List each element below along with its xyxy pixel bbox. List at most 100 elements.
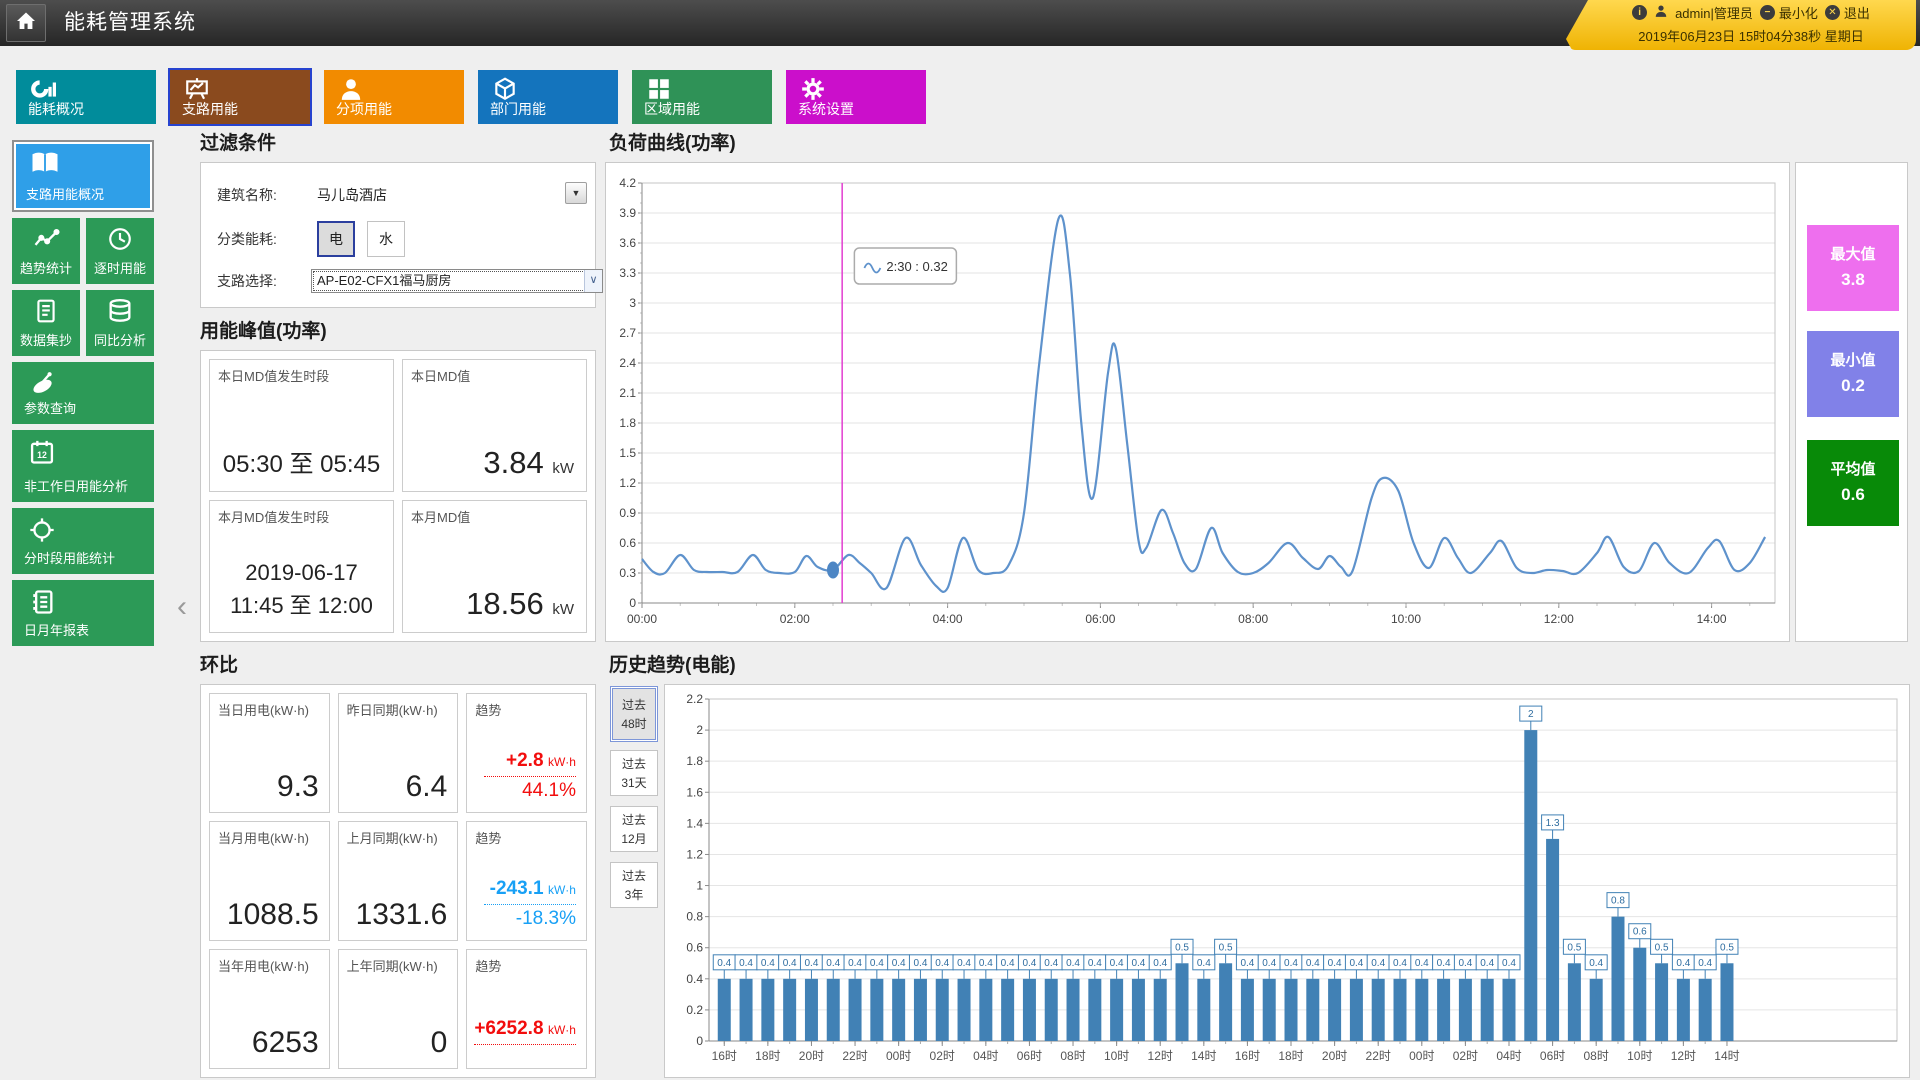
svg-text:2: 2 [1528, 709, 1534, 720]
logout-button[interactable]: ✕ 退出 [1825, 3, 1870, 22]
svg-text:3.6: 3.6 [619, 236, 636, 250]
tab-past-12m[interactable]: 过去12月 [610, 806, 658, 852]
svg-text:0.4: 0.4 [1240, 958, 1254, 969]
book-icon [30, 150, 60, 181]
calendar-icon: 12 [28, 438, 56, 471]
svg-text:0.4: 0.4 [848, 958, 862, 969]
building-dropdown-button[interactable]: ▼ [565, 182, 587, 204]
svg-text:0.8: 0.8 [1611, 896, 1625, 907]
tab-past-3y[interactable]: 过去3年 [610, 862, 658, 908]
session-ribbon: i admin|管理员 − 最小化 ✕ 退出 2019年06月23日 15时04… [1566, 0, 1916, 50]
svg-text:06时: 06时 [1017, 1049, 1042, 1063]
svg-text:0.4: 0.4 [1066, 958, 1080, 969]
svg-text:10:00: 10:00 [1391, 612, 1421, 626]
satellite-dish-icon [28, 370, 56, 401]
month-trend-card: 趋势 -243.1 kW·h -18.3% [466, 821, 587, 941]
sidebar-item-reports[interactable]: 日月年报表 [12, 580, 154, 646]
md-month-value-card: 本月MD值 18.56 kW [402, 500, 587, 633]
sidebar-item-branch-overview[interactable]: 支路用能概况 [12, 140, 154, 212]
svg-text:0.5: 0.5 [1720, 942, 1734, 953]
svg-text:0.4: 0.4 [1393, 958, 1407, 969]
svg-text:0.4: 0.4 [717, 958, 731, 969]
svg-text:04时: 04时 [973, 1049, 998, 1063]
svg-text:2.2: 2.2 [686, 692, 703, 706]
energy-type-water-button[interactable]: 水 [367, 221, 405, 257]
sidebar-item-nonworkday-analysis[interactable]: 12 非工作日用能分析 [12, 430, 154, 502]
md-today-period-card: 本日MD值发生时段 05:30 至 05:45 [209, 359, 394, 492]
sidebar-item-parameter-query[interactable]: 参数查询 [12, 362, 154, 424]
filter-panel: 建筑名称: 马儿岛酒店 ▼ 分类能耗: 电 水 支路选择: AP-E02-CFX… [200, 162, 596, 308]
svg-text:18时: 18时 [755, 1049, 780, 1063]
branch-select[interactable]: AP-E02-CFX1福马厨房 ∨ [311, 269, 603, 293]
svg-text:0.6: 0.6 [686, 941, 703, 955]
svg-text:1: 1 [696, 879, 703, 893]
svg-text:0.4: 0.4 [1044, 958, 1058, 969]
svg-text:3: 3 [629, 296, 636, 310]
sidebar-item-yoy-analysis[interactable]: 同比分析 [86, 290, 154, 356]
svg-text:2:30 : 0.32: 2:30 : 0.32 [886, 259, 947, 274]
svg-text:02:00: 02:00 [780, 612, 810, 626]
tab-past-31d[interactable]: 过去31天 [610, 750, 658, 796]
peak-heading: 用能峰值(功率) [200, 316, 327, 343]
nav-item-subitem-energy[interactable]: 分项用能 [324, 70, 464, 124]
user-name: admin|管理员 [1675, 3, 1753, 22]
svg-text:2.4: 2.4 [619, 356, 636, 370]
sidebar-item-data-collection[interactable]: 数据集抄 [12, 290, 80, 356]
svg-text:0.4: 0.4 [913, 958, 927, 969]
energy-type-label: 分类能耗: [217, 229, 303, 249]
svg-text:0.4: 0.4 [1480, 958, 1494, 969]
sidebar-item-hourly-energy[interactable]: 逐时用能 [86, 218, 154, 284]
minimize-button[interactable]: − 最小化 [1760, 3, 1818, 22]
svg-text:4.2: 4.2 [619, 176, 636, 190]
avg-value-box: 平均值0.6 [1807, 440, 1899, 526]
svg-text:22时: 22时 [842, 1049, 867, 1063]
sidebar-item-trend-stats[interactable]: 趋势统计 [12, 218, 80, 284]
svg-text:14时: 14时 [1714, 1049, 1739, 1063]
svg-text:0.4: 0.4 [1502, 958, 1516, 969]
svg-text:3.3: 3.3 [619, 266, 636, 280]
svg-text:1.2: 1.2 [619, 476, 636, 490]
svg-text:12时: 12时 [1671, 1049, 1696, 1063]
svg-text:10时: 10时 [1104, 1049, 1129, 1063]
svg-text:0.4: 0.4 [1153, 958, 1167, 969]
sidebar-item-period-stats[interactable]: 分时段用能统计 [12, 508, 154, 574]
nav-item-branch-energy[interactable]: 支路用能 [170, 70, 310, 124]
load-curve-chart[interactable]: 00.30.60.91.21.51.82.12.42.733.33.63.94.… [605, 162, 1790, 642]
svg-text:0.2: 0.2 [686, 1003, 703, 1017]
lastyear-usage-card: 上年同期(kW·h)0 [338, 949, 459, 1069]
chevron-down-icon: ∨ [584, 270, 602, 292]
minimize-icon: − [1760, 5, 1775, 20]
svg-text:0.4: 0.4 [870, 958, 884, 969]
min-value-box: 最小值0.2 [1807, 331, 1899, 417]
building-label: 建筑名称: [217, 185, 303, 205]
sidebar-collapse-handle[interactable]: ‹ [168, 588, 196, 628]
svg-text:1.8: 1.8 [619, 416, 636, 430]
svg-text:0.4: 0.4 [804, 958, 818, 969]
svg-text:0.4: 0.4 [1371, 958, 1385, 969]
history-bar-chart[interactable]: 00.20.40.60.811.21.41.61.822.20.416时0.40… [664, 684, 1910, 1078]
svg-text:08:00: 08:00 [1238, 612, 1268, 626]
svg-text:04时: 04时 [1496, 1049, 1521, 1063]
tab-past-48h[interactable]: 过去48时 [610, 686, 658, 742]
history-heading: 历史趋势(电能) [609, 650, 736, 677]
nav-item-energy-overview[interactable]: 能耗概况 [16, 70, 156, 124]
notebook-icon [28, 588, 56, 621]
energy-type-electric-button[interactable]: 电 [317, 221, 355, 257]
svg-text:0.5: 0.5 [1655, 942, 1669, 953]
svg-text:04:00: 04:00 [933, 612, 963, 626]
lastmonth-usage-card: 上月同期(kW·h)1331.6 [338, 821, 459, 941]
datetime-label: 2019年06月23日 15时04分38秒 星期日 [1566, 24, 1916, 46]
svg-text:0.6: 0.6 [619, 536, 636, 550]
branch-select-value: AP-E02-CFX1福马厨房 [317, 273, 451, 288]
nav-item-department-energy[interactable]: 部门用能 [478, 70, 618, 124]
nav-item-system-settings[interactable]: 系统设置 [786, 70, 926, 124]
app-title: 能耗管理系统 [64, 0, 196, 46]
svg-text:16时: 16时 [712, 1049, 737, 1063]
svg-text:06时: 06时 [1540, 1049, 1565, 1063]
svg-text:0.4: 0.4 [826, 958, 840, 969]
home-button[interactable] [6, 4, 46, 42]
info-icon[interactable]: i [1632, 5, 1647, 20]
peak-panel: 本日MD值发生时段 05:30 至 05:45 本日MD值 3.84 kW 本月… [200, 350, 596, 642]
svg-text:0.4: 0.4 [1349, 958, 1363, 969]
nav-item-area-energy[interactable]: 区域用能 [632, 70, 772, 124]
